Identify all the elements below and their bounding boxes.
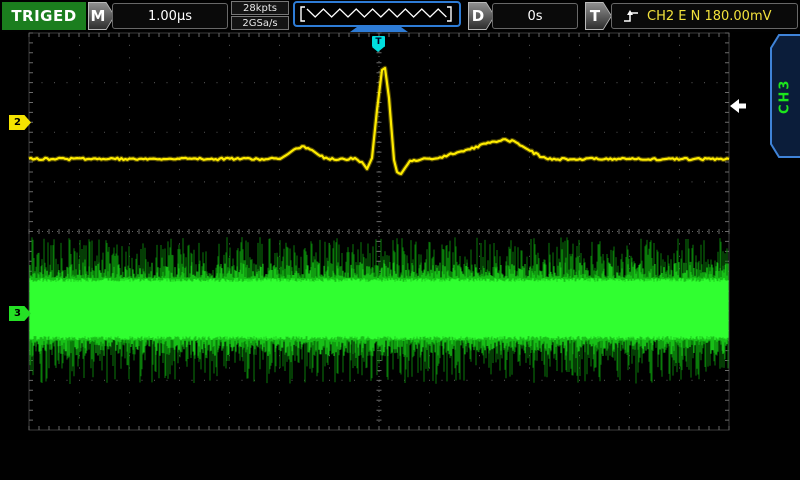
timebase-value-box[interactable]: 1.00µs xyxy=(112,3,228,29)
preview-zoom-window-indicator[interactable] xyxy=(350,27,408,32)
delay-label: D xyxy=(469,3,494,29)
ch3-tab-label: CH3 xyxy=(770,34,800,158)
trigger-position-marker-tail xyxy=(372,47,384,52)
memory-depth-badge: 28kpts xyxy=(231,1,289,15)
timebase-chevron[interactable]: M xyxy=(88,2,115,30)
trigger-status-badge: TRIGED xyxy=(2,2,86,30)
delay-value-box[interactable]: 0s xyxy=(492,3,578,29)
waveform-preview[interactable] xyxy=(293,1,461,27)
graticule-and-waveforms xyxy=(0,0,800,480)
trigger-source-level: CH2 E N 180.00mV xyxy=(647,9,772,24)
trigger-position-marker[interactable]: T xyxy=(372,36,385,47)
rising-edge-icon xyxy=(622,9,640,24)
trigger-chevron[interactable]: T xyxy=(585,2,612,30)
oscilloscope-screen: TRIGED M 1.00µs 28kpts 2GSa/s D 0s T CH2… xyxy=(0,0,800,480)
bottom-channel-bar: 1 OFF 2 500mV 1.000X 3 xyxy=(0,440,800,480)
waveform-preview-icon xyxy=(295,3,459,25)
top-status-bar: TRIGED M 1.00µs 28kpts 2GSa/s D 0s T CH2… xyxy=(0,0,800,32)
trigger-settings-box[interactable]: CH2 E N 180.00mV xyxy=(611,3,798,29)
trigger-label: T xyxy=(586,3,611,29)
trigger-level-arrow[interactable] xyxy=(730,99,747,113)
tab-ch3[interactable]: CH3 xyxy=(770,34,800,158)
delay-chevron[interactable]: D xyxy=(468,2,495,30)
sample-rate-badge: 2GSa/s xyxy=(231,16,289,30)
timebase-label: M xyxy=(89,3,114,29)
